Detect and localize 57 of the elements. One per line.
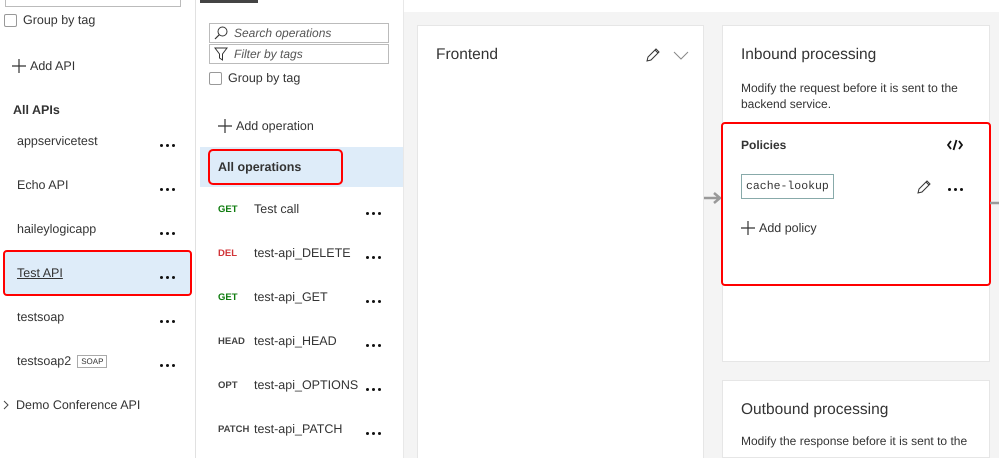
pencil-icon[interactable]	[645, 47, 661, 63]
add-api-button[interactable]: Add API	[12, 59, 76, 73]
card-title: Frontend	[436, 46, 500, 64]
plus-icon	[218, 119, 232, 133]
tag-label: SOAP	[77, 354, 108, 368]
add-operation-button[interactable]: Add operation	[218, 119, 314, 133]
checkbox[interactable]	[4, 14, 17, 26]
method-label: HEAD	[218, 336, 246, 346]
api-item[interactable]: testsoap	[4, 295, 191, 339]
method-label: OPT	[218, 380, 239, 390]
operation-item[interactable]: HEAD test-api_HEAD	[200, 319, 403, 363]
checkbox-label: Group by tag	[228, 71, 300, 85]
card-title: Outbound processing	[740, 400, 890, 420]
method-label: GET	[218, 292, 239, 302]
api-item[interactable]: appservicetest	[4, 119, 191, 163]
plus-icon	[741, 221, 755, 235]
checkbox-label: Group by tag	[23, 13, 96, 27]
arrow-icon	[704, 192, 722, 204]
operation-name: test-api_OPTIONS	[254, 378, 358, 392]
operation-name: test-api_PATCH	[254, 422, 342, 436]
item-label: All operations	[210, 151, 342, 183]
operation-name: Test call	[254, 202, 300, 216]
card-title: Inbound processing	[740, 45, 878, 64]
method-label: GET	[218, 204, 239, 214]
method-label: DEL	[218, 248, 238, 258]
card-description: Modify the response before it is sent to the	[740, 433, 968, 450]
add-policy-button[interactable]: Add policy	[741, 221, 817, 235]
policy-chip[interactable]: cache-lookup	[741, 174, 834, 199]
section-heading: All APIs	[13, 103, 61, 119]
operation-name: test-api_DELETE	[254, 246, 351, 260]
operation-item[interactable]: PATCH test-api_PATCH	[200, 407, 403, 451]
search-field[interactable]: Search operations	[209, 23, 389, 43]
operation-name: test-api_HEAD	[254, 334, 337, 348]
filter-icon	[214, 47, 228, 61]
api-item[interactable]: Echo API	[4, 163, 191, 207]
card-description: Modify the request before it is sent to the backend service.	[740, 80, 959, 112]
api-group[interactable]: Demo Conference API	[0, 383, 195, 427]
filter-field[interactable]	[5, 0, 181, 7]
operation-item[interactable]: GET test-api_GET	[200, 275, 403, 319]
filter-field[interactable]: Filter by tags	[209, 44, 389, 64]
operation-item[interactable]: DEL test-api_DELETE	[200, 231, 403, 275]
plus-icon	[12, 59, 26, 73]
method-label: PATCH	[218, 424, 250, 434]
api-item[interactable]: Test API	[4, 251, 191, 295]
code-icon[interactable]	[947, 139, 963, 151]
chevron-icon	[3, 400, 10, 410]
all-operations-item[interactable]: All operations	[200, 147, 403, 187]
operation-item[interactable]: GET Test call	[200, 187, 403, 231]
operation-item[interactable]: OPT test-api_OPTIONS	[200, 363, 403, 407]
api-item[interactable]: testsoap2 SOAP	[4, 339, 191, 383]
section-title: Policies	[741, 138, 786, 152]
checkbox[interactable]	[209, 72, 222, 84]
pencil-icon[interactable]	[916, 178, 932, 194]
chevron-icon[interactable]	[673, 50, 689, 60]
api-item[interactable]: haileylogicapp	[4, 207, 191, 251]
search-icon	[214, 26, 228, 40]
operation-name: test-api_GET	[254, 290, 328, 304]
